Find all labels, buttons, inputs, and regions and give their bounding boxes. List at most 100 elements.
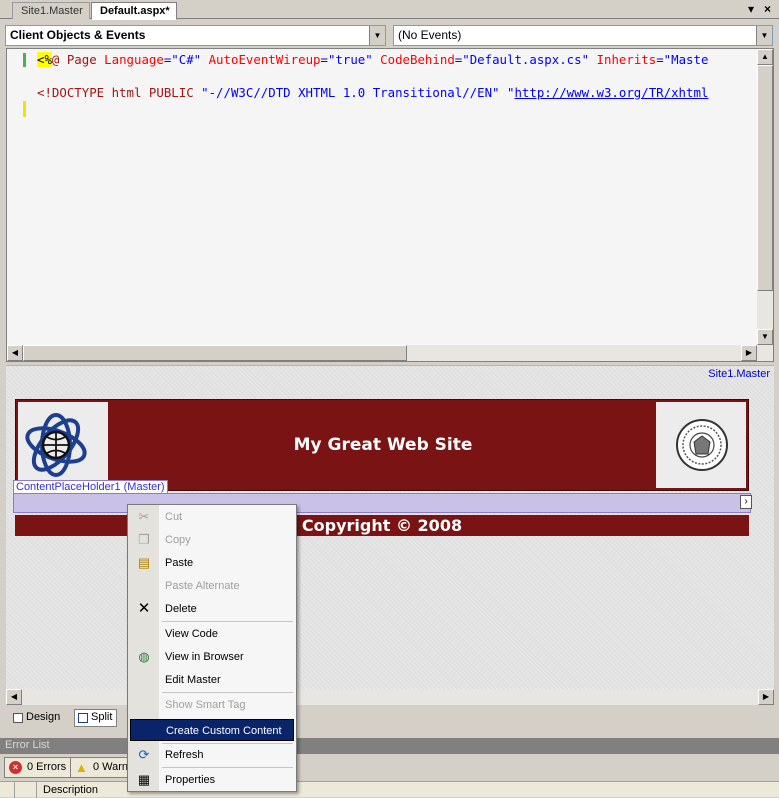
tab-label: Default.aspx* <box>100 5 170 17</box>
attr-value: ="Maste <box>656 52 709 67</box>
button-label: Design <box>26 711 61 723</box>
menu-item-label: Delete <box>165 603 197 615</box>
scroll-thumb[interactable] <box>757 65 773 291</box>
design-surface[interactable]: Site1.Master My Great Web Site › Content… <box>6 365 774 705</box>
menu-item-paste-alternate[interactable]: Paste Alternate <box>130 575 294 597</box>
attr-value: ="Default.aspx.cs" <box>454 52 590 67</box>
site-title: My Great Web Site <box>293 435 473 455</box>
scroll-left-icon[interactable]: ◀ <box>7 345 23 361</box>
menu-separator <box>162 692 293 693</box>
client-objects-dropdown[interactable]: Client Objects & Events ▼ <box>5 25 386 46</box>
tab-default-aspx[interactable]: Default.aspx* <box>91 2 177 20</box>
scroll-up-icon[interactable]: ▲ <box>757 49 773 65</box>
description-column-header[interactable]: Description <box>43 784 98 796</box>
attr: Inherits <box>589 52 657 67</box>
code-line-2: <!DOCTYPE html PUBLIC "-//W3C//DTD XHTML… <box>37 85 708 100</box>
menu-item-view-code[interactable]: View Code <box>130 623 294 645</box>
doctype-url-link[interactable]: http://www.w3.org/TR/xhtml <box>514 85 708 100</box>
menu-item-label: Paste <box>165 557 194 569</box>
button-label: Split <box>91 711 113 723</box>
attr-value: " <box>499 85 515 100</box>
errors-filter-button[interactable]: × 0 Errors <box>4 757 72 778</box>
warning-icon: ▲ <box>75 760 88 775</box>
menu-item-delete[interactable]: ✕ Delete <box>130 598 294 620</box>
site-header-banner: My Great Web Site <box>15 399 749 491</box>
scroll-down-icon[interactable]: ▼ <box>757 329 773 345</box>
navigation-dropdown-bar: Client Objects & Events ▼ (No Events) ▼ <box>0 20 779 48</box>
browser-icon: ◍ <box>138 649 150 664</box>
menu-item-paste[interactable]: ▤ Paste <box>130 552 294 574</box>
design-horizontal-scrollbar[interactable]: ◀ ▶ <box>6 689 774 705</box>
column-divider <box>36 782 37 798</box>
view-mode-bar: Design Split <box>6 706 774 730</box>
menu-item-properties[interactable]: ▦ Properties <box>130 769 294 791</box>
dropdown-value: Client Objects & Events <box>10 28 146 42</box>
master-page-label: Site1.Master <box>708 368 770 380</box>
attr: CodeBehind <box>372 52 455 67</box>
directive-open: <% <box>37 52 52 67</box>
source-code-editor[interactable]: <%@ Page Language="C#" AutoEventWireup="… <box>6 48 774 362</box>
menu-separator <box>162 767 293 768</box>
tab-site1-master[interactable]: Site1.Master <box>12 2 90 19</box>
refresh-icon: ⟳ <box>138 747 150 762</box>
warnings-filter-button[interactable]: ▲ 0 Warn <box>70 757 128 778</box>
menu-item-refresh[interactable]: ⟳ Refresh <box>130 744 294 766</box>
menu-item-label: Edit Master <box>165 674 221 686</box>
split-view-button[interactable]: Split <box>74 709 118 727</box>
scroll-right-icon[interactable]: ▶ <box>741 345 757 361</box>
horizontal-scrollbar[interactable]: ◀ ▶ <box>7 345 773 361</box>
warnings-count: 0 Warn <box>93 761 128 773</box>
site-footer: Copyright © 2008 <box>15 515 749 536</box>
vertical-scrollbar[interactable]: ▲ ▼ <box>757 49 773 345</box>
menu-item-create-custom-content[interactable]: Create Custom Content <box>130 719 294 741</box>
menu-item-edit-master[interactable]: Edit Master <box>130 669 294 691</box>
chevron-down-icon[interactable]: ▼ <box>369 26 385 45</box>
events-dropdown[interactable]: (No Events) ▼ <box>393 25 773 46</box>
error-list-header: Description <box>0 781 779 798</box>
menu-item-cut[interactable]: ✂ Cut <box>130 506 294 528</box>
context-menu: ✂ Cut ❐ Copy ▤ Paste Paste Alternate ✕ D… <box>127 504 297 792</box>
copy-icon: ❐ <box>138 532 150 547</box>
scroll-thumb[interactable] <box>23 345 407 361</box>
errors-count: 0 Errors <box>27 761 67 773</box>
change-marker <box>23 101 26 117</box>
menu-separator <box>162 621 293 622</box>
change-marker <box>23 53 26 67</box>
split-view-icon <box>78 713 88 723</box>
menu-item-label: Properties <box>165 774 216 786</box>
menu-item-label: View Code <box>165 628 218 640</box>
seal-logo-icon <box>656 402 746 488</box>
attr-value: ="true" <box>320 52 373 67</box>
menu-item-label: Create Custom Content <box>166 725 282 737</box>
design-view-button[interactable]: Design <box>9 709 65 727</box>
scroll-right-icon[interactable]: ▶ <box>758 689 774 705</box>
code-line-1: <%@ Page Language="C#" AutoEventWireup="… <box>37 52 708 67</box>
attr: Language <box>96 52 164 67</box>
column-divider <box>14 782 15 798</box>
menu-item-label: Show Smart Tag <box>165 699 246 711</box>
menu-item-label: Refresh <box>165 749 204 761</box>
paste-icon: ▤ <box>137 555 151 570</box>
menu-item-label: Cut <box>165 511 183 523</box>
directive-name: @ Page <box>51 52 97 67</box>
dropdown-value: (No Events) <box>398 28 462 42</box>
content-placeholder-label[interactable]: ContentPlaceHolder1 (Master) <box>13 480 168 494</box>
delete-icon: ✕ <box>137 600 151 617</box>
close-icon[interactable]: × <box>764 2 771 16</box>
tab-list-dropdown-icon[interactable]: ▾ <box>748 2 754 16</box>
properties-icon: ▦ <box>137 772 151 787</box>
menu-item-view-in-browser[interactable]: ◍ View in Browser <box>130 646 294 668</box>
menu-item-show-smart-tag[interactable]: Show Smart Tag <box>130 694 294 716</box>
smart-tag-arrow-icon[interactable]: › <box>740 495 752 509</box>
attr-value: ="C#" <box>163 52 202 67</box>
content-placeholder-region[interactable]: › <box>13 493 752 513</box>
scroll-left-icon[interactable]: ◀ <box>6 689 22 705</box>
menu-item-label: View in Browser <box>165 651 244 663</box>
error-list-title: Error List <box>0 738 779 754</box>
tab-label: Site1.Master <box>21 5 83 17</box>
attr: AutoEventWireup <box>201 52 321 67</box>
doctype: <!DOCTYPE html PUBLIC <box>37 85 194 100</box>
menu-item-copy[interactable]: ❐ Copy <box>130 529 294 551</box>
chevron-down-icon[interactable]: ▼ <box>756 26 772 45</box>
scissors-icon: ✂ <box>138 509 150 524</box>
